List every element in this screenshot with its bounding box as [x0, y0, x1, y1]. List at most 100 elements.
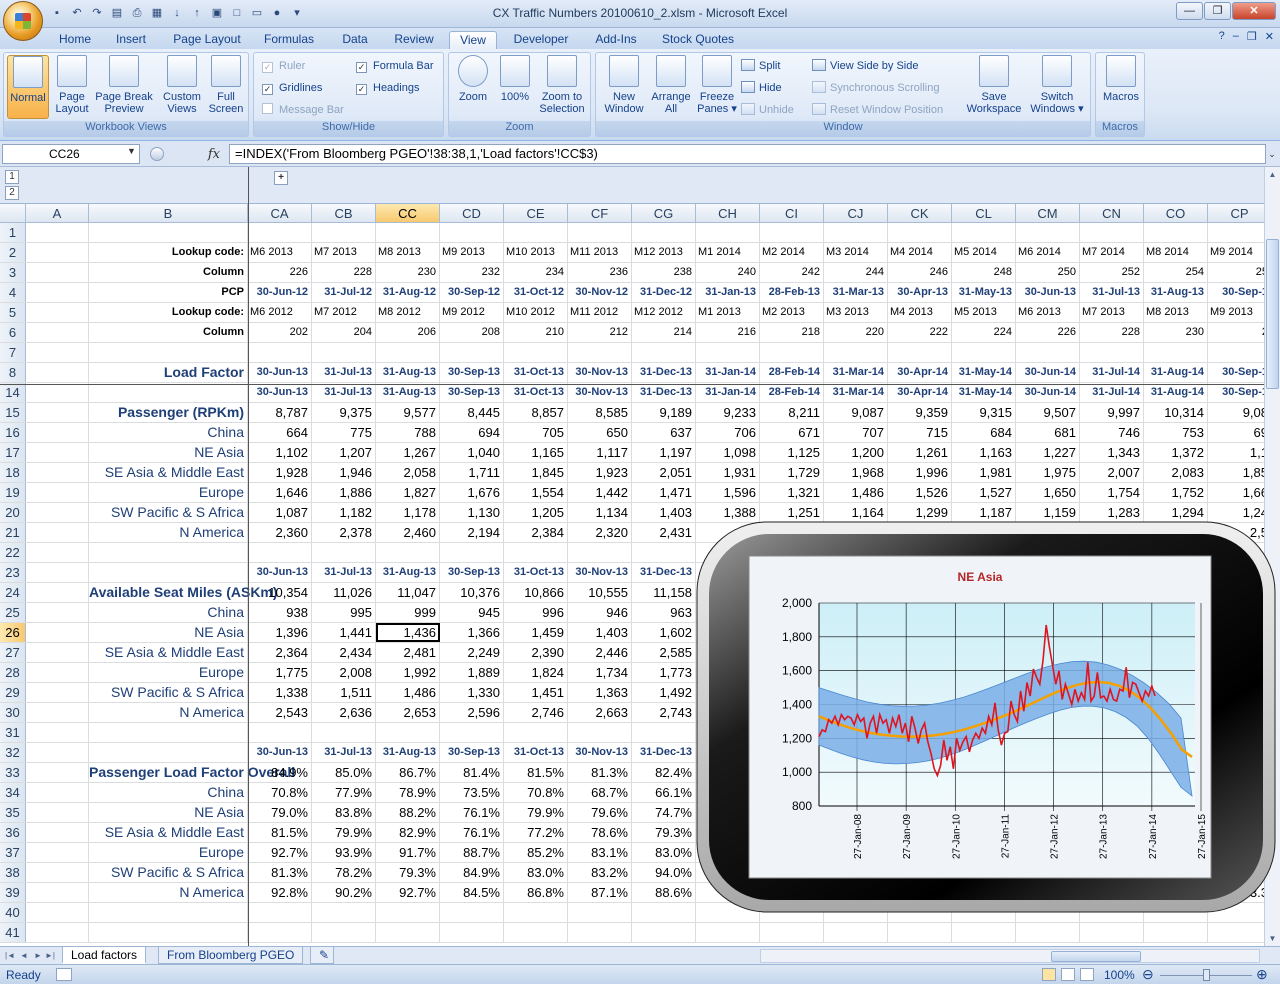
cell-cn-1[interactable]	[1080, 223, 1144, 242]
row-header[interactable]: 37	[0, 843, 26, 862]
cell-ch-5[interactable]: M1 2013	[696, 303, 760, 322]
cell-ce-31[interactable]	[504, 723, 568, 742]
cell-ce-36[interactable]: 77.2%	[504, 823, 568, 842]
cell-ci-2[interactable]: M2 2014	[760, 243, 824, 262]
cell-cc-27[interactable]: 2,481	[376, 643, 440, 662]
row-header[interactable]: 2	[0, 243, 26, 262]
cell-ce-1[interactable]	[504, 223, 568, 242]
cell-cc-41[interactable]	[376, 923, 440, 942]
cell-cb-2[interactable]: M7 2013	[312, 243, 376, 262]
cell-ch-17[interactable]: 1,098	[696, 443, 760, 462]
cell-ci-18[interactable]: 1,729	[760, 463, 824, 482]
cell-cd-3[interactable]: 232	[440, 263, 504, 282]
row-label[interactable]	[89, 743, 248, 762]
cell-ca-36[interactable]: 81.5%	[248, 823, 312, 842]
row-header[interactable]: 3	[0, 263, 26, 282]
row-label[interactable]: Europe	[89, 843, 248, 862]
cell-cc-28[interactable]: 1,992	[376, 663, 440, 682]
cell-cf-21[interactable]: 2,320	[568, 523, 632, 542]
cell-cp-17[interactable]: 1,1	[1208, 443, 1264, 462]
column-header-cf[interactable]: CF	[568, 204, 632, 223]
row-label[interactable]: Load Factor	[89, 363, 248, 382]
cell-cc-32[interactable]: 31-Aug-13	[376, 743, 440, 762]
cell-cg-35[interactable]: 74.7%	[632, 803, 696, 822]
cell-ck-1[interactable]	[888, 223, 952, 242]
cell-co-14[interactable]: 31-Aug-14	[1144, 383, 1208, 402]
cell-cb-28[interactable]: 2,008	[312, 663, 376, 682]
cell-cm-41[interactable]	[1016, 923, 1080, 942]
column-header-ch[interactable]: CH	[696, 204, 760, 223]
cell-cj-18[interactable]: 1,968	[824, 463, 888, 482]
cell-cf-4[interactable]: 30-Nov-12	[568, 283, 632, 302]
tab-developer[interactable]: Developer	[508, 31, 574, 50]
cell-cf-32[interactable]: 30-Nov-13	[568, 743, 632, 762]
cell-ce-32[interactable]: 31-Oct-13	[504, 743, 568, 762]
cell-cd-5[interactable]: M9 2012	[440, 303, 504, 322]
cell-cd-1[interactable]	[440, 223, 504, 242]
cell-ce-24[interactable]: 10,866	[504, 583, 568, 602]
cell-cf-30[interactable]: 2,663	[568, 703, 632, 722]
row-label[interactable]	[89, 343, 248, 362]
restore-button[interactable]: ❐	[1204, 2, 1231, 20]
cell-ce-41[interactable]	[504, 923, 568, 942]
row-header[interactable]: 25	[0, 603, 26, 622]
cell-cd-30[interactable]: 2,596	[440, 703, 504, 722]
cell-cg-18[interactable]: 2,051	[632, 463, 696, 482]
cell-a[interactable]	[26, 903, 89, 922]
cell-ca-1[interactable]	[248, 223, 312, 242]
row-header[interactable]: 19	[0, 483, 26, 502]
insert-function-button[interactable]: fx	[208, 147, 220, 162]
cell-cn-16[interactable]: 746	[1080, 423, 1144, 442]
cell-ci-17[interactable]: 1,125	[760, 443, 824, 462]
cell-a[interactable]	[26, 623, 89, 642]
row-label[interactable]: NE Asia	[89, 623, 248, 642]
cell-cc-22[interactable]	[376, 543, 440, 562]
cell-cn-4[interactable]: 31-Jul-13	[1080, 283, 1144, 302]
formula-input[interactable]: =INDEX('From Bloomberg PGEO'!38:38,1,'Lo…	[229, 144, 1266, 164]
cell-ch-4[interactable]: 31-Jan-13	[696, 283, 760, 302]
cell-a[interactable]	[26, 803, 89, 822]
cell-cb-1[interactable]	[312, 223, 376, 242]
cell-cd-31[interactable]	[440, 723, 504, 742]
cell-cd-40[interactable]	[440, 903, 504, 922]
cell-cm-18[interactable]: 1,975	[1016, 463, 1080, 482]
cell-cf-16[interactable]: 650	[568, 423, 632, 442]
row-label[interactable]: N America	[89, 703, 248, 722]
cell-a[interactable]	[26, 683, 89, 702]
cell-cf-19[interactable]: 1,442	[568, 483, 632, 502]
cell-ca-26[interactable]: 1,396	[248, 623, 312, 642]
cell-ce-30[interactable]: 2,746	[504, 703, 568, 722]
cell-cd-26[interactable]: 1,366	[440, 623, 504, 642]
cell-ci-1[interactable]	[760, 223, 824, 242]
row-header[interactable]: 23	[0, 563, 26, 582]
cell-cl-1[interactable]	[952, 223, 1016, 242]
row-header[interactable]: 27	[0, 643, 26, 662]
cell-ci-8[interactable]: 28-Feb-14	[760, 363, 824, 382]
cell-cc-14[interactable]: 31-Aug-13	[376, 383, 440, 402]
cell-a[interactable]	[26, 283, 89, 302]
row-label[interactable]	[89, 903, 248, 922]
cell-co-16[interactable]: 753	[1144, 423, 1208, 442]
cell-cn-3[interactable]: 252	[1080, 263, 1144, 282]
row-label[interactable]	[89, 543, 248, 562]
cell-a[interactable]	[26, 703, 89, 722]
cell-cc-2[interactable]: M8 2013	[376, 243, 440, 262]
cell-cc-18[interactable]: 2,058	[376, 463, 440, 482]
cell-ca-25[interactable]: 938	[248, 603, 312, 622]
cell-ca-40[interactable]	[248, 903, 312, 922]
cell-cd-17[interactable]: 1,040	[440, 443, 504, 462]
tab-page-layout[interactable]: Page Layout	[168, 31, 246, 50]
cell-cb-20[interactable]: 1,182	[312, 503, 376, 522]
cell-ce-33[interactable]: 81.5%	[504, 763, 568, 782]
cell-ca-30[interactable]: 2,543	[248, 703, 312, 722]
row-header[interactable]: 5	[0, 303, 26, 322]
cell-cg-37[interactable]: 83.0%	[632, 843, 696, 862]
cell-ch-16[interactable]: 706	[696, 423, 760, 442]
cell-co-17[interactable]: 1,372	[1144, 443, 1208, 462]
cell-cl-41[interactable]	[952, 923, 1016, 942]
cell-ch-8[interactable]: 31-Jan-14	[696, 363, 760, 382]
cell-cb-4[interactable]: 31-Jul-12	[312, 283, 376, 302]
macros-button[interactable]: Macros	[1100, 55, 1142, 119]
custom-views-button[interactable]: Custom Views	[160, 55, 204, 119]
cell-cj-4[interactable]: 31-Mar-13	[824, 283, 888, 302]
